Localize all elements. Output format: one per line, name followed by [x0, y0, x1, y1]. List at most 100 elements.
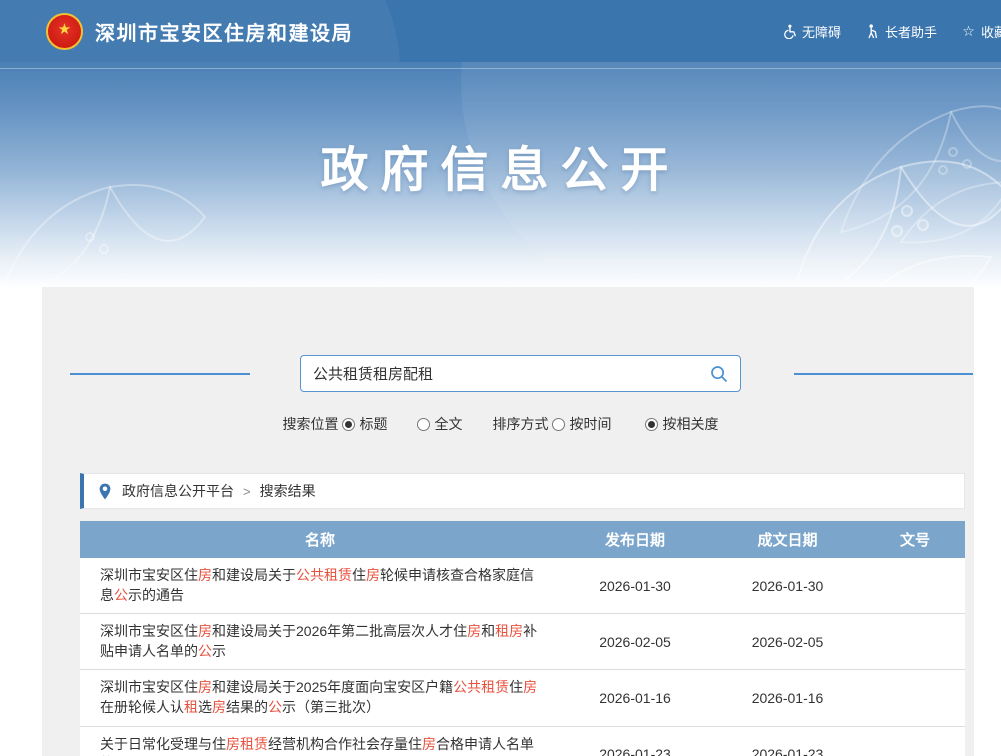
- keyword-highlight: 公: [114, 587, 128, 603]
- title-text: 选: [198, 699, 212, 715]
- breadcrumb: 政府信息公开平台 > 搜索结果: [80, 473, 965, 509]
- title-text: 在册轮候人认: [100, 699, 184, 715]
- keyword-highlight: 公共租赁: [296, 567, 352, 583]
- favorite-label: 收藏: [981, 22, 1001, 41]
- column-header-doc-number: 文号: [865, 521, 965, 558]
- doc-title-link[interactable]: 深圳市宝安区住房和建设局关于2025年度面向宝安区户籍公共租赁住房在册轮候人认租…: [80, 670, 560, 726]
- keyword-highlight: 房: [198, 567, 212, 583]
- site-title: 深圳市宝安区住房和建设局: [95, 17, 353, 46]
- table-row: 关于日常化受理与住房租赁经营机构合作社会存量住房合格申请人名单的公示2026-0…: [80, 726, 965, 756]
- keyword-highlight: 房: [366, 567, 380, 583]
- title-text: 示（第三批次）: [282, 699, 380, 715]
- elder-assistant-link[interactable]: 长者助手: [865, 22, 937, 41]
- doc-title-link[interactable]: 深圳市宝安区住房和建设局关于2026年第二批高层次人才住房和租房补贴申请人名单的…: [80, 614, 560, 670]
- results-table: 名称 发布日期 成文日期 文号 深圳市宝安区住房和建设局关于公共租赁住房轮候申请…: [80, 521, 965, 756]
- search-button[interactable]: [698, 356, 740, 391]
- keyword-highlight: 房: [198, 623, 212, 639]
- right-decorative-line: [794, 373, 973, 375]
- elder-person-icon: [865, 24, 880, 39]
- doc-number: [865, 670, 965, 726]
- keyword-highlight: 房租赁: [226, 736, 268, 752]
- elder-assistant-label: 长者助手: [885, 22, 937, 41]
- keyword-highlight: 公: [198, 643, 212, 659]
- table-row: 深圳市宝安区住房和建设局关于公共租赁住房轮候申请核查合格家庭信息公示的通告202…: [80, 558, 965, 614]
- title-text: 结果的: [226, 699, 268, 715]
- results-table-body: 深圳市宝安区住房和建设局关于公共租赁住房轮候申请核查合格家庭信息公示的通告202…: [80, 558, 965, 756]
- search-input[interactable]: [301, 365, 698, 382]
- written-date: 2026-02-05: [710, 614, 865, 670]
- doc-number: [865, 558, 965, 614]
- keyword-highlight: 房: [523, 679, 537, 695]
- title-text: 和: [481, 623, 495, 639]
- radio-option-title[interactable]: 标题: [339, 414, 388, 434]
- doc-number: [865, 614, 965, 670]
- breadcrumb-root-link[interactable]: 政府信息公开平台: [122, 481, 234, 501]
- favorite-link[interactable]: ☆ 收藏: [961, 22, 1001, 41]
- search-box: [300, 355, 741, 392]
- title-text: 示的通告: [128, 587, 184, 603]
- accessibility-label: 无障碍: [802, 22, 841, 41]
- page: ★ 深圳市宝安区住房和建设局 无障碍 长者助手 ☆ 收藏: [0, 0, 1001, 756]
- column-header-written-date: 成文日期: [710, 521, 865, 558]
- radio-option-fulltext[interactable]: 全文: [414, 414, 463, 434]
- keyword-highlight: 房: [467, 623, 481, 639]
- table-row: 深圳市宝安区住房和建设局关于2025年度面向宝安区户籍公共租赁住房在册轮候人认租…: [80, 670, 965, 726]
- radio-relevance-label: 按相关度: [663, 414, 719, 434]
- location-pin-icon: [98, 483, 112, 500]
- radio-bytime-label: 按时间: [570, 414, 612, 434]
- column-header-publish-date: 发布日期: [560, 521, 710, 558]
- breadcrumb-current: 搜索结果: [260, 481, 316, 501]
- sort-method-label: 排序方式: [493, 414, 549, 434]
- top-header: ★ 深圳市宝安区住房和建设局 无障碍 长者助手 ☆ 收藏: [0, 0, 1001, 62]
- title-text: 和建设局关于2025年度面向宝安区户籍: [212, 679, 453, 695]
- radio-title[interactable]: [342, 418, 355, 431]
- doc-title-link[interactable]: 深圳市宝安区住房和建设局关于公共租赁住房轮候申请核查合格家庭信息公示的通告: [80, 558, 560, 614]
- title-text: 深圳市宝安区住: [100, 567, 198, 583]
- breadcrumb-separator: >: [243, 484, 251, 499]
- search-icon: [709, 364, 729, 384]
- title-text: 和建设局关于: [212, 567, 296, 583]
- keyword-highlight: 房: [212, 699, 226, 715]
- publish-date: 2026-01-30: [560, 558, 710, 614]
- left-decorative-line: [70, 373, 250, 375]
- keyword-highlight: 房: [198, 679, 212, 695]
- doc-title-link[interactable]: 关于日常化受理与住房租赁经营机构合作社会存量住房合格申请人名单的公示: [80, 726, 560, 756]
- accessibility-link[interactable]: 无障碍: [782, 22, 841, 41]
- keyword-highlight: 租: [184, 699, 198, 715]
- keyword-highlight: 公共租赁: [453, 679, 509, 695]
- national-emblem-logo: ★: [46, 13, 83, 50]
- radio-relevance[interactable]: [645, 418, 658, 431]
- accessibility-icon: [782, 24, 797, 39]
- radio-title-label: 标题: [360, 414, 388, 434]
- publish-date: 2026-01-23: [560, 726, 710, 756]
- radio-option-bytime[interactable]: 按时间: [549, 414, 612, 434]
- keyword-highlight: 房: [422, 736, 436, 752]
- emblem-star-icon: ★: [58, 22, 71, 37]
- title-text: 住: [509, 679, 523, 695]
- header-links: 无障碍 长者助手 ☆ 收藏: [782, 22, 1001, 41]
- written-date: 2026-01-16: [710, 670, 865, 726]
- search-position-label: 搜索位置: [283, 414, 339, 434]
- written-date: 2026-01-23: [710, 726, 865, 756]
- banner: 政府信息公开: [0, 62, 1001, 287]
- radio-bytime[interactable]: [552, 418, 565, 431]
- doc-number: [865, 726, 965, 756]
- page-title: 政府信息公开: [0, 62, 1001, 200]
- radio-option-relevance[interactable]: 按相关度: [642, 414, 719, 434]
- star-icon: ☆: [961, 24, 976, 39]
- title-text: 和建设局关于2026年第二批高层次人才住: [212, 623, 467, 639]
- radio-fulltext[interactable]: [417, 418, 430, 431]
- keyword-highlight: 公: [268, 699, 282, 715]
- publish-date: 2026-02-05: [560, 614, 710, 670]
- radio-fulltext-label: 全文: [435, 414, 463, 434]
- title-text: 深圳市宝安区住: [100, 623, 198, 639]
- title-text: 经营机构合作社会存量住: [268, 736, 422, 752]
- publish-date: 2026-01-16: [560, 670, 710, 726]
- column-header-name: 名称: [80, 521, 560, 558]
- title-text: 住: [352, 567, 366, 583]
- title-text: 深圳市宝安区住: [100, 679, 198, 695]
- title-text: 关于日常化受理与住: [100, 736, 226, 752]
- results-table-header: 名称 发布日期 成文日期 文号: [80, 521, 965, 558]
- title-text: 示: [212, 643, 226, 659]
- keyword-highlight: 租房: [495, 623, 523, 639]
